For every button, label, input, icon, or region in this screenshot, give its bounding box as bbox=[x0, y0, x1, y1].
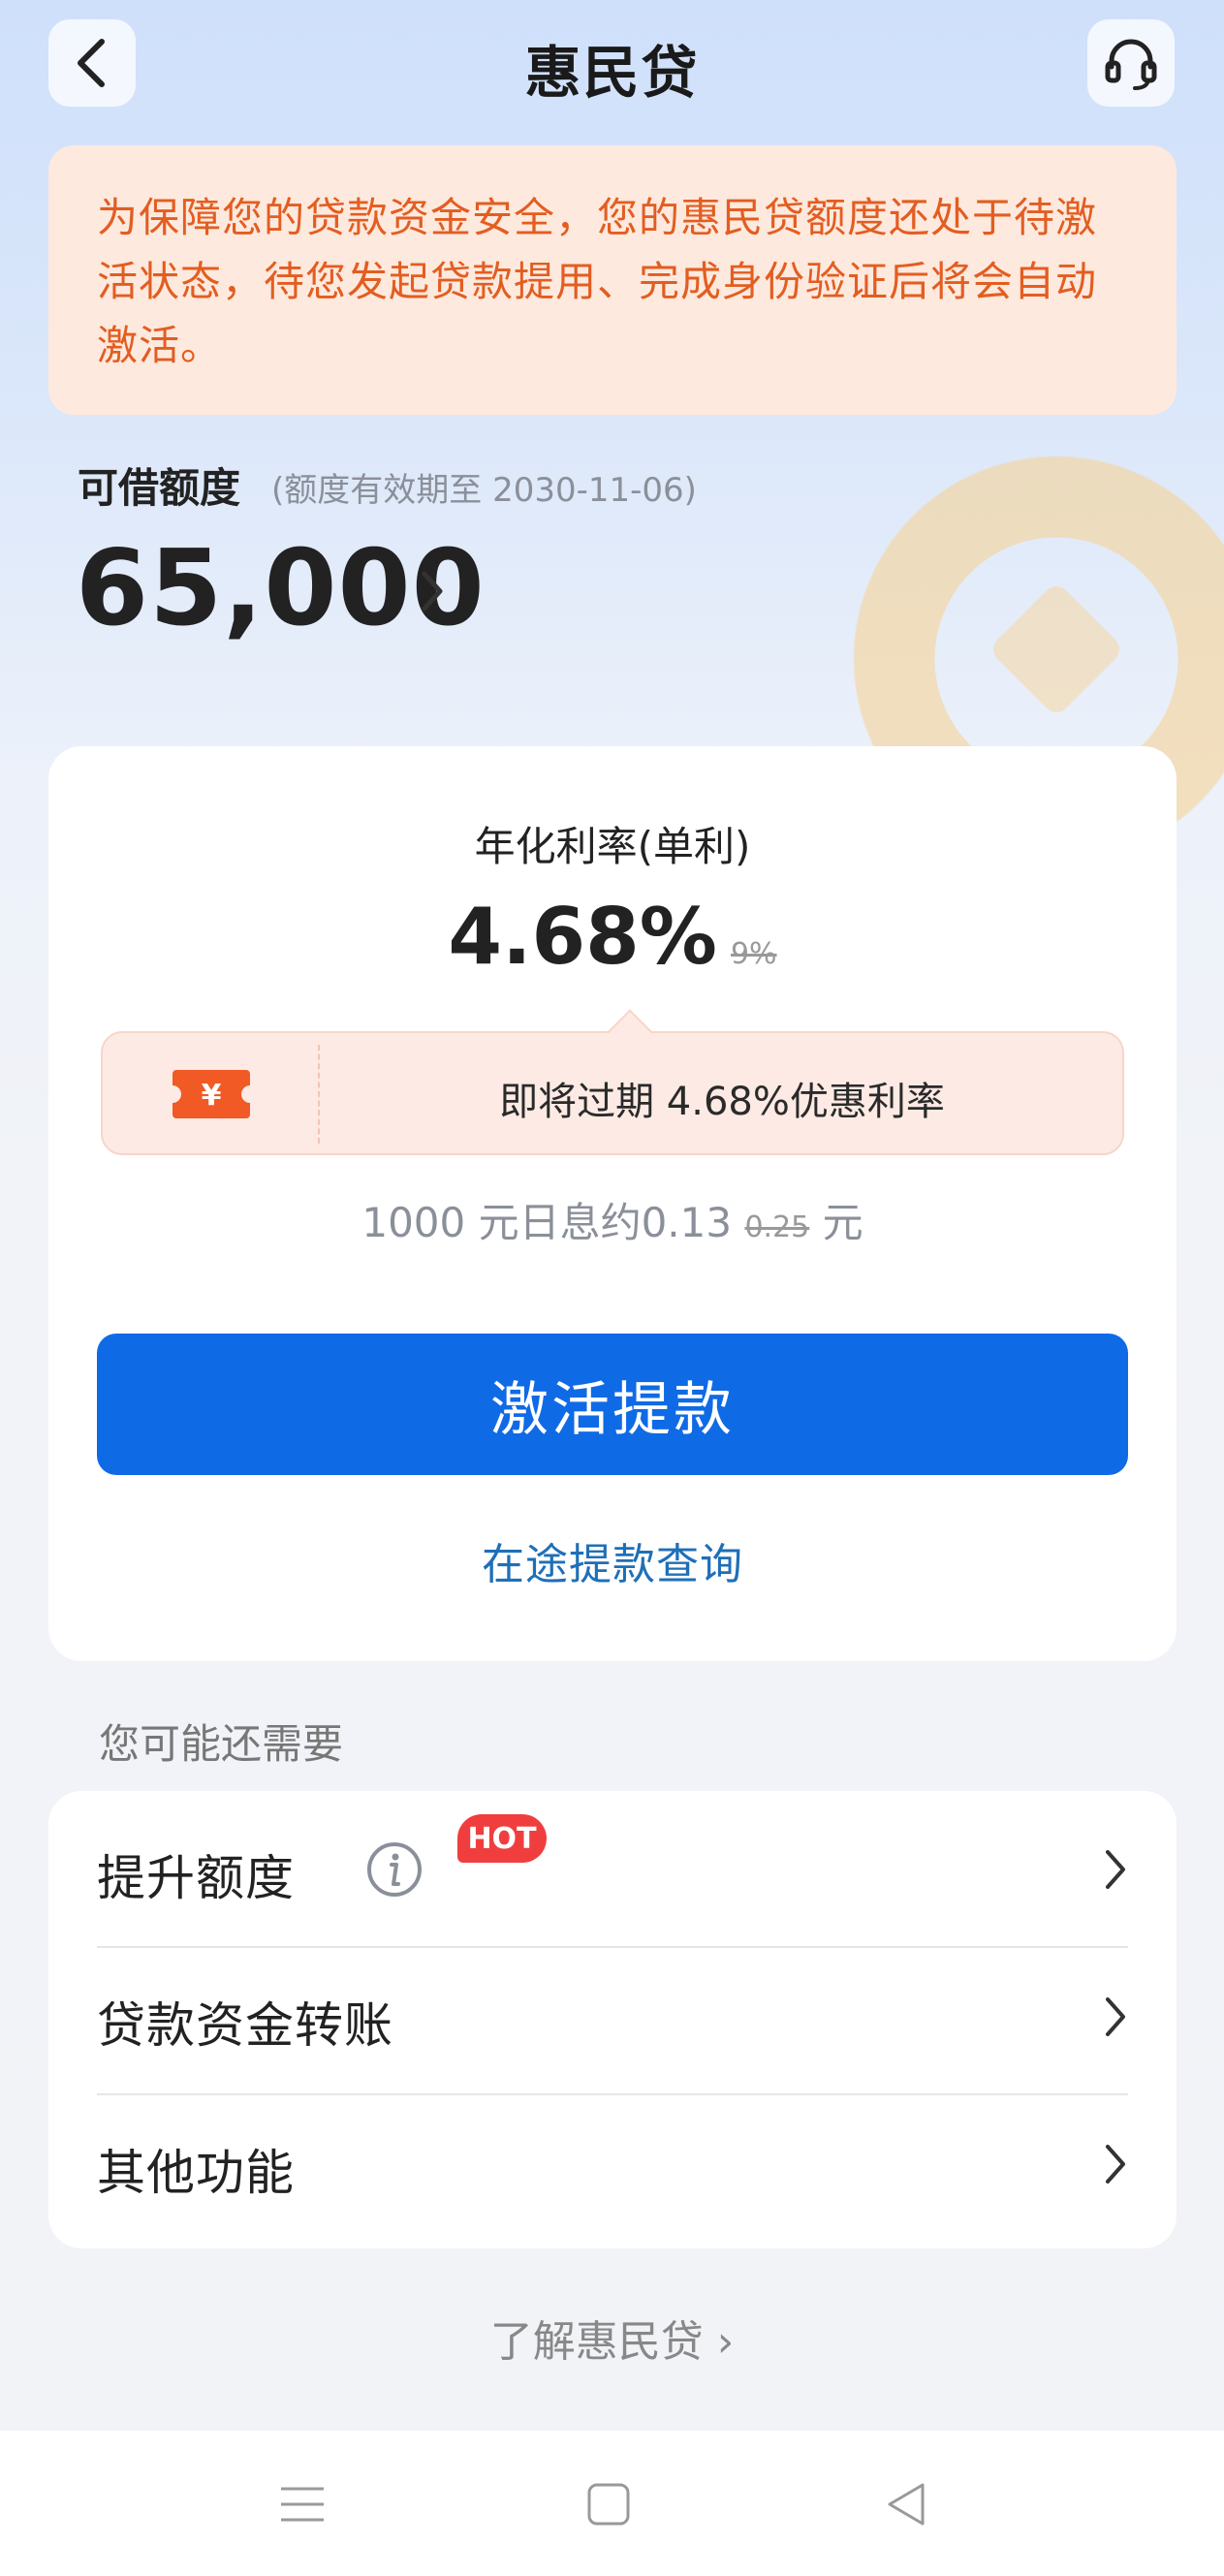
chevron-right-icon[interactable] bbox=[419, 568, 446, 614]
promo-banner: ¥ 即将过期 4.68%优惠利率 bbox=[101, 1009, 1124, 1155]
promo-notch bbox=[608, 1009, 652, 1053]
pending-withdrawal-query-link[interactable]: 在途提款查询 bbox=[48, 1529, 1177, 1591]
credit-validity: (额度有效期至 2030-11-06) bbox=[271, 471, 697, 510]
back-triangle-icon[interactable] bbox=[878, 2477, 936, 2531]
menu-item-loan-transfer[interactable]: 贷款资金转账 bbox=[97, 1938, 1128, 2086]
menu-item-label: 提升额度 bbox=[97, 1850, 295, 1906]
page-title: 惠民贷 bbox=[524, 40, 700, 106]
menu-icon[interactable] bbox=[273, 2477, 331, 2531]
home-square-icon[interactable] bbox=[580, 2477, 638, 2531]
header: 惠民贷 bbox=[0, 0, 1224, 126]
daily-interest-text: 1000 元日息约0.13 bbox=[361, 1199, 733, 1246]
chevron-right-icon bbox=[1106, 1997, 1125, 2036]
daily-interest-original: 0.25 bbox=[744, 1210, 810, 1244]
menu-item-other-functions[interactable]: 其他功能 bbox=[97, 2086, 1128, 2233]
rate-card: 年化利率(单利) 4.68% 9% ¥ 即将过期 4.68%优惠利率 1000 元… bbox=[48, 746, 1177, 1661]
daily-interest-unit: 元 bbox=[822, 1199, 863, 1246]
chevron-right-icon bbox=[1106, 1850, 1125, 1889]
activation-notice: 为保障您的贷款资金安全，您的惠民贷额度还处于待激活状态，待您发起贷款提用、完成身… bbox=[48, 145, 1177, 415]
daily-interest: 1000 元日息约0.13 0.25 元 bbox=[48, 1190, 1177, 1249]
rate-label: 年化利率(单利) bbox=[474, 823, 751, 870]
info-icon[interactable] bbox=[366, 1841, 423, 1898]
menu-item-label: 其他功能 bbox=[97, 2145, 295, 2201]
rate-row: 4.68% 9% bbox=[48, 892, 1177, 982]
customer-service-button[interactable] bbox=[1087, 19, 1175, 107]
menu-item-label: 贷款资金转账 bbox=[97, 1997, 393, 2054]
coupon-symbol: ¥ bbox=[202, 1079, 222, 1113]
rate-value: 4.68% bbox=[448, 892, 717, 982]
credit-limit-label: 可借额度 bbox=[78, 464, 241, 512]
section-title: 您可能还需要 bbox=[99, 1720, 344, 1768]
hot-badge: HOT bbox=[457, 1814, 547, 1863]
learn-more-link[interactable]: 了解惠民贷 › bbox=[0, 2307, 1224, 2369]
headset-icon bbox=[1105, 39, 1157, 90]
more-options-card: 提升额度 HOT 贷款资金转账 其他功能 bbox=[48, 1791, 1177, 2248]
rate-original: 9% bbox=[730, 937, 777, 971]
system-nav-bar bbox=[0, 2431, 1224, 2576]
activate-withdraw-button[interactable]: 激活提款 bbox=[97, 1334, 1128, 1475]
chevron-right-icon bbox=[1106, 2145, 1125, 2183]
promo-text: 即将过期 4.68%优惠利率 bbox=[499, 1080, 945, 1124]
menu-item-raise-limit[interactable]: 提升额度 HOT bbox=[97, 1791, 1128, 1938]
coupon-icon: ¥ bbox=[173, 1070, 250, 1118]
